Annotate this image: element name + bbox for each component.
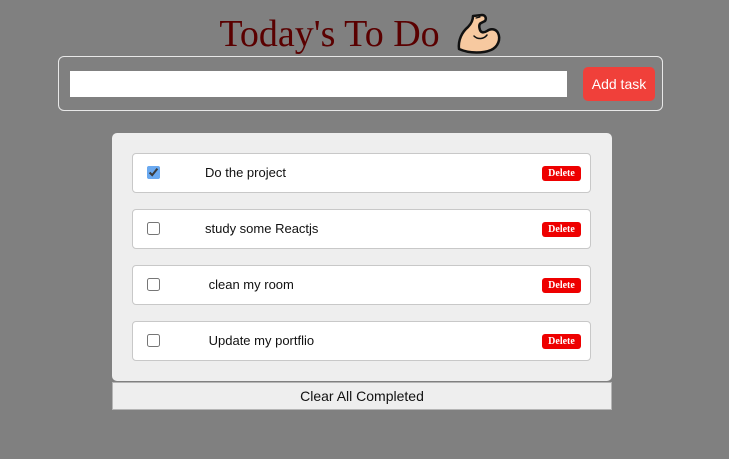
task-text: Update my portflio <box>205 333 315 348</box>
flexed-biceps-icon <box>454 12 502 56</box>
task-item: clean my room Delete <box>132 265 591 305</box>
task-text: Do the project <box>205 165 286 180</box>
task-text: study some Reactjs <box>205 221 319 236</box>
task-text: clean my room <box>205 277 294 292</box>
task-checkbox[interactable] <box>147 334 160 347</box>
header: Today's To Do <box>0 8 729 60</box>
clear-completed-button[interactable]: Clear All Completed <box>112 382 612 410</box>
task-list: Do the project Delete study some Reactjs… <box>112 133 612 381</box>
task-item: Do the project Delete <box>132 153 591 193</box>
task-checkbox[interactable] <box>147 278 160 291</box>
add-task-button[interactable]: Add task <box>583 67 655 101</box>
delete-task-button[interactable]: Delete <box>542 222 581 237</box>
task-checkbox[interactable] <box>147 222 160 235</box>
delete-task-button[interactable]: Delete <box>542 334 581 349</box>
task-checkbox[interactable] <box>147 166 160 179</box>
new-task-input[interactable] <box>70 71 567 97</box>
delete-task-button[interactable]: Delete <box>542 278 581 293</box>
page-title: Today's To Do <box>219 13 440 55</box>
new-task-panel: Add task <box>58 56 663 111</box>
delete-task-button[interactable]: Delete <box>542 166 581 181</box>
task-item: Update my portflio Delete <box>132 321 591 361</box>
task-item: study some Reactjs Delete <box>132 209 591 249</box>
